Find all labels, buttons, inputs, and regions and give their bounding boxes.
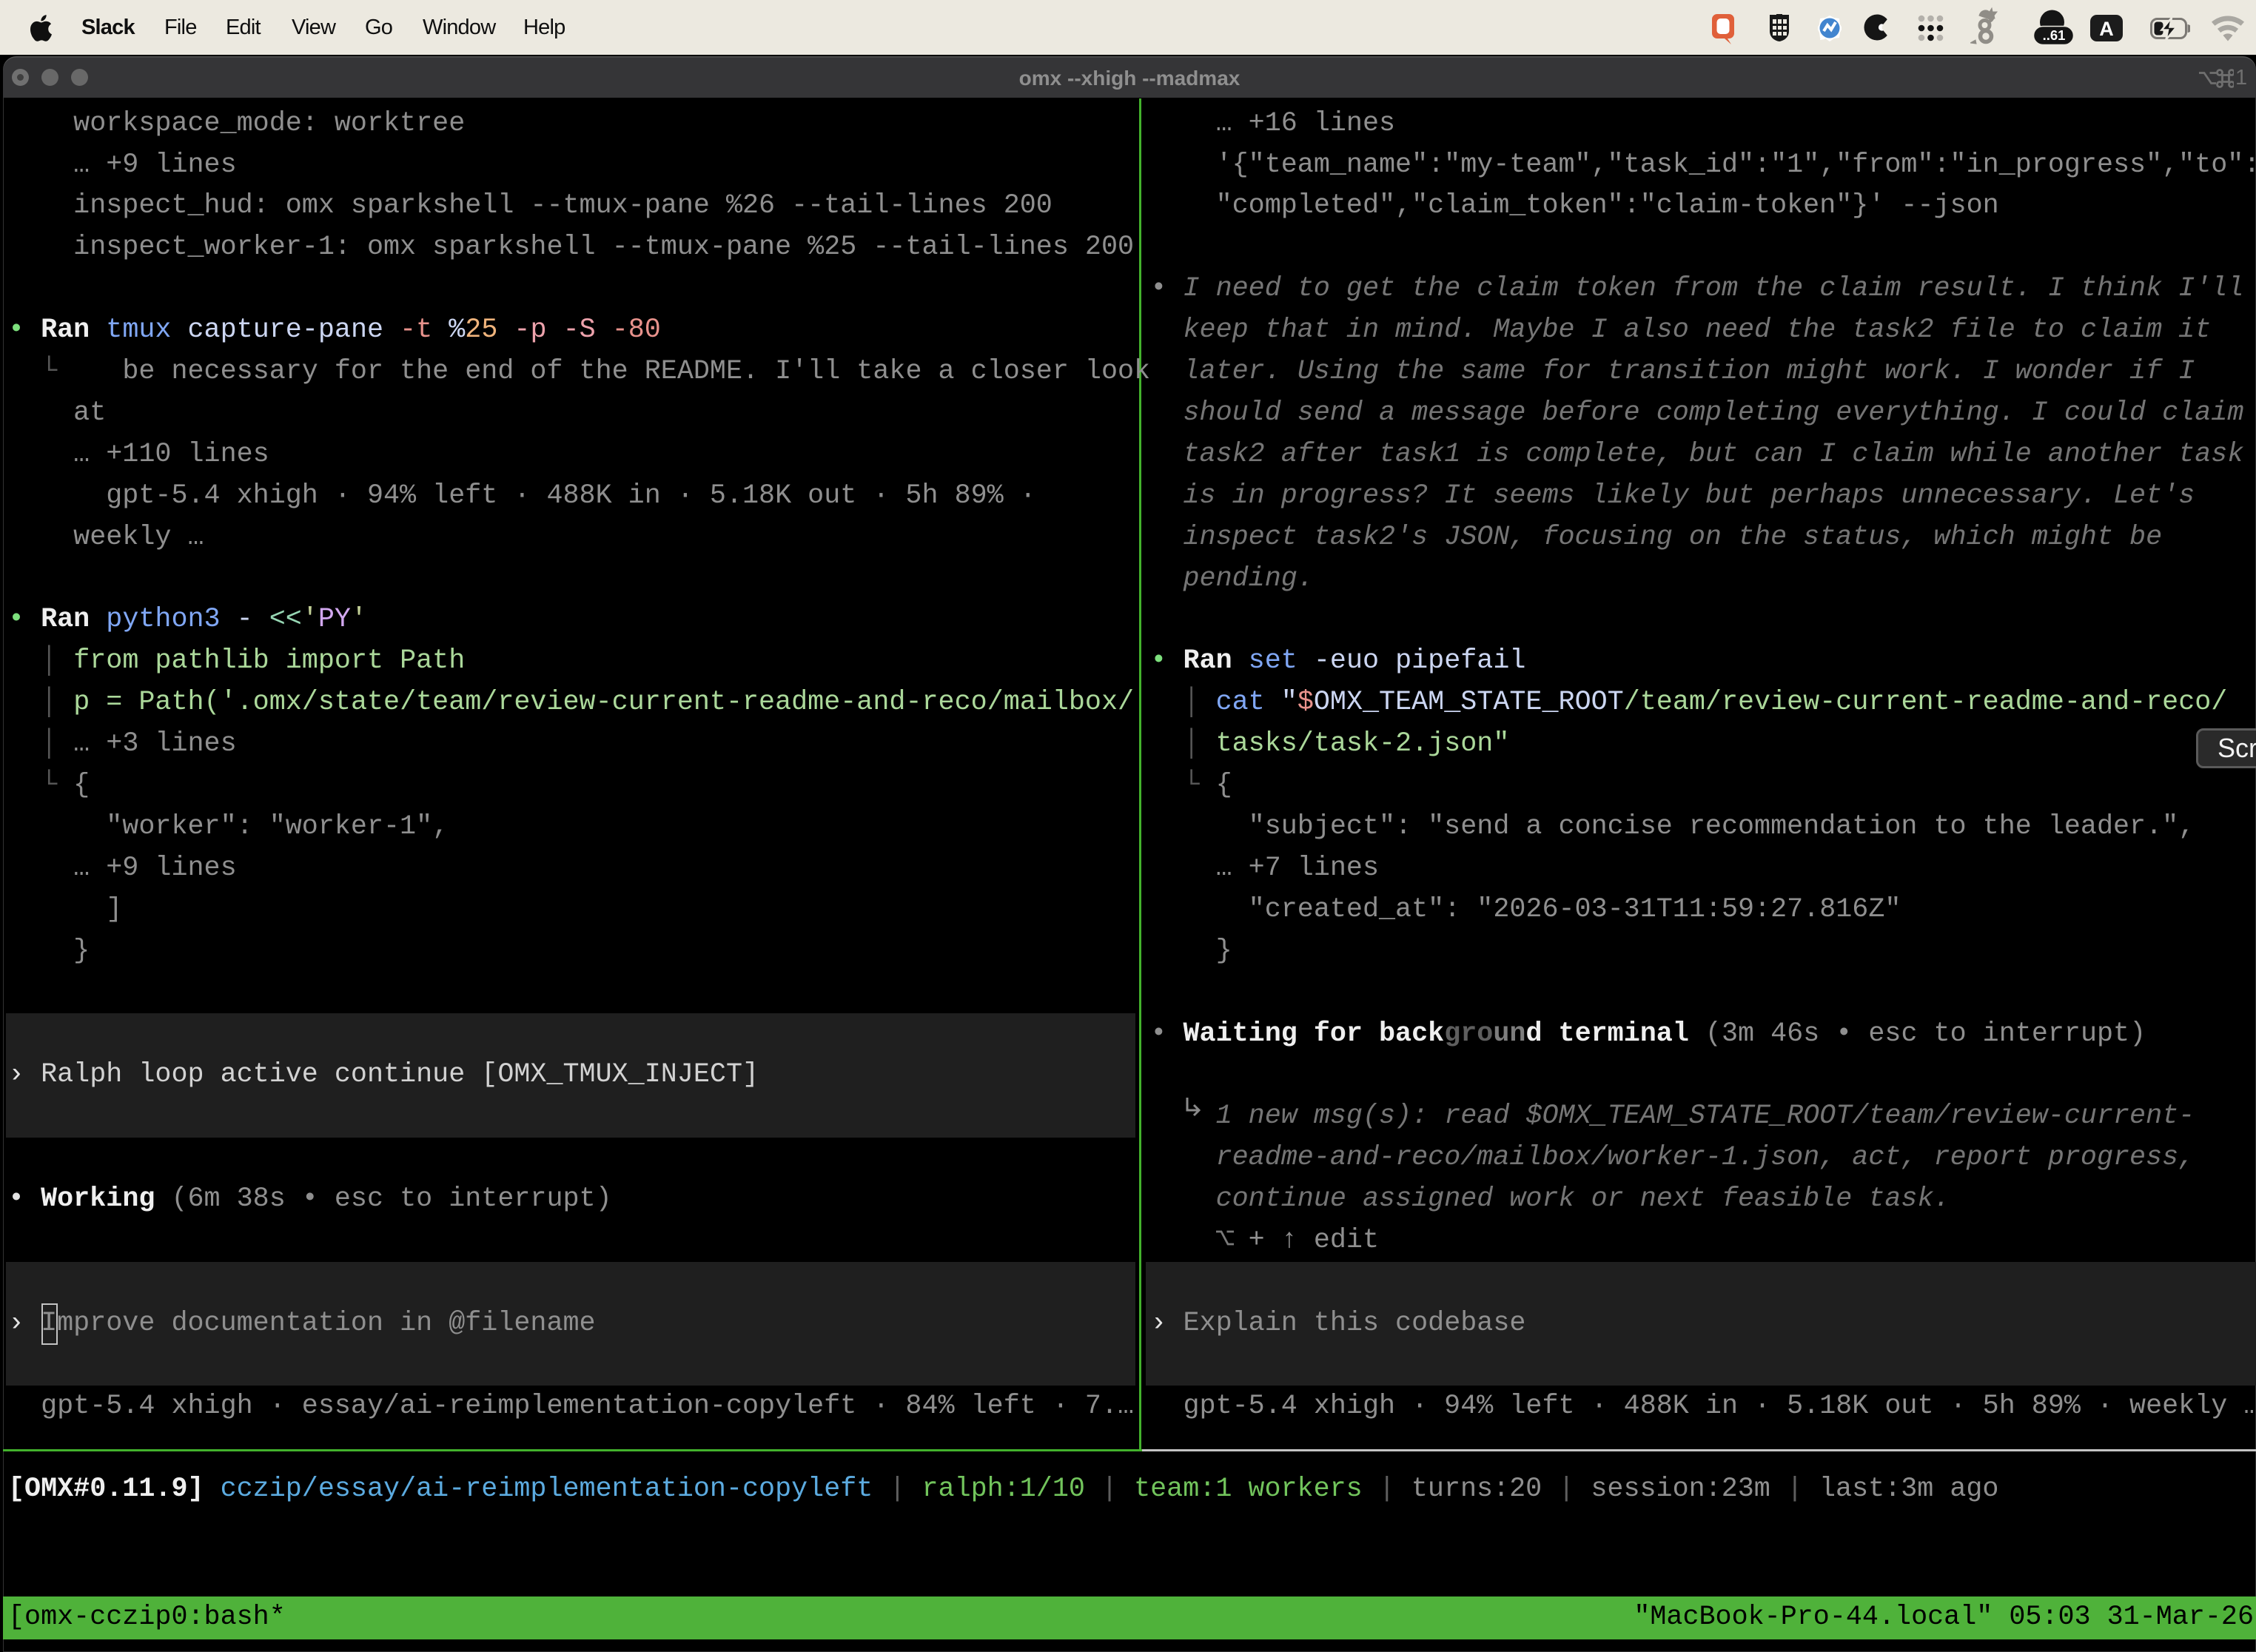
svg-text:..61: ..61 (2043, 27, 2066, 43)
svg-text:A: A (2099, 18, 2114, 40)
